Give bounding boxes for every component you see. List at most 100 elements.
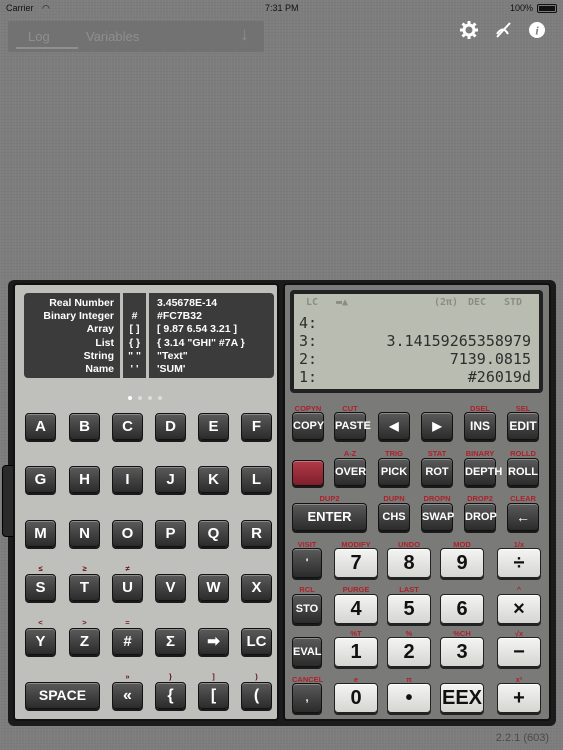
page-indicator[interactable] bbox=[128, 387, 168, 405]
key-row6-2[interactable]: 2 bbox=[387, 637, 431, 667]
key-row3-2[interactable]: O bbox=[112, 520, 143, 547]
key-r1-0[interactable]: COPY bbox=[292, 412, 324, 440]
key-row5-3-label: 6 bbox=[456, 598, 468, 620]
key-row1-0[interactable]: A bbox=[25, 413, 56, 440]
shift-label: UNDO bbox=[397, 540, 421, 549]
info-icon[interactable]: i bbox=[526, 21, 548, 43]
key-r3-2[interactable]: SWAP bbox=[421, 503, 455, 531]
key-r1-2[interactable]: ◀ bbox=[378, 412, 410, 440]
key-row2-2[interactable]: I bbox=[112, 466, 143, 493]
shift-label: PURGE bbox=[342, 585, 370, 594]
key-row4-5[interactable]: X bbox=[241, 574, 272, 601]
key-row6-1[interactable]: « bbox=[112, 682, 143, 709]
key-row4-2-label: 8 bbox=[403, 552, 415, 574]
key-r3-1[interactable]: CHS bbox=[378, 503, 410, 531]
key-row5-1[interactable]: Z bbox=[69, 628, 100, 655]
key-row1-3[interactable]: D bbox=[155, 413, 186, 440]
key-row1-1[interactable]: B bbox=[69, 413, 100, 440]
key-row4-1[interactable]: T bbox=[69, 574, 100, 601]
key-row6-4[interactable]: − bbox=[497, 637, 541, 667]
alpha-off-icon[interactable] bbox=[492, 21, 514, 43]
key-row6-4-label: − bbox=[513, 641, 525, 663]
key-row4-3-label: 9 bbox=[456, 552, 468, 574]
key-row1-4[interactable]: E bbox=[198, 413, 229, 440]
key-row5-4-label: × bbox=[513, 598, 525, 620]
key-row7-2[interactable]: • bbox=[387, 683, 431, 713]
key-row4-1-label: T bbox=[79, 579, 90, 596]
key-row4-0[interactable]: ' bbox=[292, 548, 322, 578]
key-row5-4[interactable]: ➡ bbox=[198, 628, 229, 655]
key-row5-1-label: Z bbox=[79, 633, 90, 650]
key-row4-0[interactable]: S bbox=[25, 574, 56, 601]
key-row3-0[interactable]: M bbox=[25, 520, 56, 547]
shift-label: ≠ bbox=[125, 564, 130, 573]
shift-key[interactable] bbox=[292, 460, 324, 486]
key-r1-5[interactable]: EDIT bbox=[507, 412, 539, 440]
shift-label: LAST bbox=[399, 585, 419, 594]
key-r1-1[interactable]: PASTE bbox=[334, 412, 371, 440]
shift-label: %CH bbox=[453, 629, 471, 638]
key-row6-3[interactable]: 3 bbox=[440, 637, 484, 667]
key-row4-2[interactable]: 8 bbox=[387, 548, 431, 578]
battery-icon bbox=[537, 4, 557, 13]
key-row1-5[interactable]: F bbox=[241, 413, 272, 440]
gear-icon[interactable] bbox=[458, 21, 480, 43]
enter-key[interactable]: ENTER bbox=[292, 503, 367, 531]
key-row5-5[interactable]: LC bbox=[241, 628, 272, 655]
key-row5-0-label: Y bbox=[35, 633, 46, 650]
key-row4-4-label: ÷ bbox=[513, 552, 525, 574]
key-row2-4[interactable]: K bbox=[198, 466, 229, 493]
key-r2-2[interactable]: ROT bbox=[421, 458, 453, 486]
key-row7-4[interactable]: + bbox=[497, 683, 541, 713]
down-arrow-icon[interactable]: ↓ bbox=[240, 24, 249, 45]
key-r2-1[interactable]: PICK bbox=[378, 458, 410, 486]
key-row3-5[interactable]: R bbox=[241, 520, 272, 547]
key-row3-4[interactable]: Q bbox=[198, 520, 229, 547]
help-type-example: 3.45678E-14 bbox=[157, 297, 218, 309]
key-row4-4[interactable]: ÷ bbox=[497, 548, 541, 578]
tab-log[interactable]: Log bbox=[28, 29, 50, 44]
key-r3-4[interactable]: ← bbox=[507, 503, 539, 531]
tab-variables[interactable]: Variables bbox=[86, 29, 139, 44]
key-row5-0[interactable]: STO bbox=[292, 594, 322, 624]
key-row2-5[interactable]: L bbox=[241, 466, 272, 493]
clock: 7:31 PM bbox=[265, 3, 299, 13]
key-row5-0[interactable]: Y bbox=[25, 628, 56, 655]
key-r3-2-label: SWAP bbox=[422, 511, 455, 523]
key-r1-4[interactable]: INS bbox=[464, 412, 496, 440]
key-r3-3[interactable]: DROP bbox=[464, 503, 497, 531]
space-key[interactable]: SPACE bbox=[25, 682, 100, 709]
key-r2-4[interactable]: ROLL bbox=[507, 458, 539, 486]
key-row4-1[interactable]: 7 bbox=[334, 548, 378, 578]
key-row2-1[interactable]: H bbox=[69, 466, 100, 493]
key-row6-4[interactable]: ( bbox=[241, 682, 272, 709]
key-row6-1[interactable]: 1 bbox=[334, 637, 378, 667]
key-row6-2[interactable]: { bbox=[155, 682, 186, 709]
key-row2-0[interactable]: G bbox=[25, 466, 56, 493]
key-row5-3[interactable]: Σ bbox=[155, 628, 186, 655]
key-row4-4[interactable]: W bbox=[198, 574, 229, 601]
shift-label: ≥ bbox=[82, 564, 87, 573]
key-row3-1[interactable]: N bbox=[69, 520, 100, 547]
key-r1-3[interactable]: ▶ bbox=[421, 412, 453, 440]
key-row5-3[interactable]: 6 bbox=[440, 594, 484, 624]
key-row1-2-label: C bbox=[122, 418, 133, 435]
key-row5-2[interactable]: # bbox=[112, 628, 143, 655]
key-row4-3[interactable]: 9 bbox=[440, 548, 484, 578]
key-row6-3[interactable]: [ bbox=[198, 682, 229, 709]
key-row5-4[interactable]: × bbox=[497, 594, 541, 624]
key-r2-0[interactable]: OVER bbox=[334, 458, 366, 486]
key-row5-1[interactable]: 4 bbox=[334, 594, 378, 624]
key-row4-2[interactable]: U bbox=[112, 574, 143, 601]
key-r1-0-label: COPY bbox=[293, 420, 325, 432]
key-row5-2[interactable]: 5 bbox=[387, 594, 431, 624]
key-row7-3[interactable]: EEX bbox=[440, 683, 484, 713]
key-row3-3[interactable]: P bbox=[155, 520, 186, 547]
key-row1-2[interactable]: C bbox=[112, 413, 143, 440]
key-row7-1[interactable]: 0 bbox=[334, 683, 378, 713]
key-row7-0[interactable]: , bbox=[292, 683, 322, 713]
key-row4-3[interactable]: V bbox=[155, 574, 186, 601]
key-row2-3[interactable]: J bbox=[155, 466, 186, 493]
key-r2-3[interactable]: DEPTH bbox=[464, 458, 502, 486]
key-row6-0[interactable]: EVAL bbox=[292, 637, 322, 667]
